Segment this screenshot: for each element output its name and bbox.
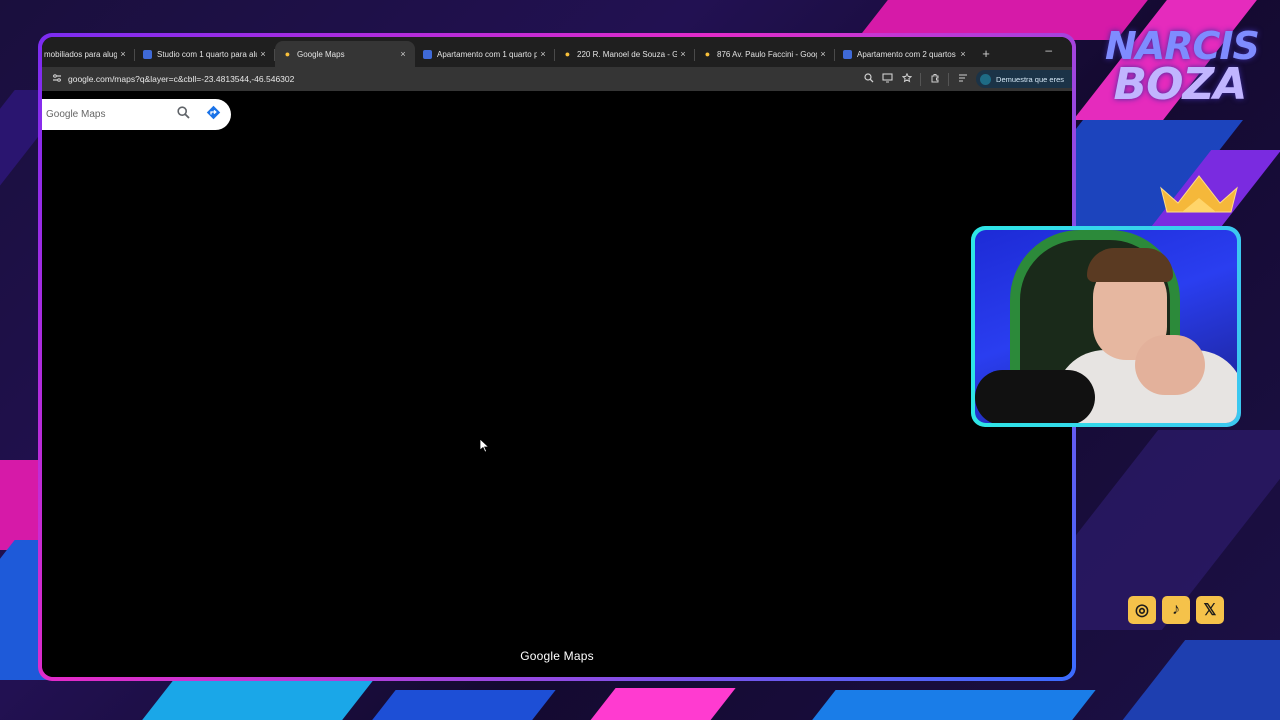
maps-search-input[interactable] <box>46 109 168 120</box>
search-icon[interactable] <box>168 105 198 124</box>
tab-close-icon[interactable]: × <box>957 49 969 59</box>
decor-stripe <box>364 690 556 720</box>
tab-close-icon[interactable]: × <box>817 49 829 59</box>
browser-tab[interactable]: Studio com 1 quarto para alugar × <box>135 41 275 67</box>
tab-close-icon[interactable]: × <box>677 49 689 59</box>
maps-search-box <box>42 99 231 130</box>
extensions-icon[interactable] <box>925 73 944 86</box>
toolbar-divider <box>920 72 922 86</box>
address-bar-url[interactable]: google.com/maps?q&layer=c&cbll=-23.48135… <box>68 74 859 84</box>
profile-label: Demuestra que eres <box>996 74 1064 84</box>
browser-tab[interactable]: ● 876 Av. Paulo Faccini - Google × <box>695 41 835 67</box>
tab-title: 220 R. Manoel de Souza - Goo <box>577 49 677 59</box>
document-icon <box>143 49 152 59</box>
tab-title: Apartamento com 1 quarto para <box>437 49 537 59</box>
maps-viewport[interactable]: Google Maps <box>42 91 1072 677</box>
profile-chip[interactable]: Demuestra que eres <box>976 70 1072 88</box>
decor-stripe <box>804 690 1096 720</box>
tab-title: Studio com 1 quarto para alugar <box>157 49 257 59</box>
browser-tab[interactable]: Apartamento com 1 quarto para × <box>415 41 555 67</box>
tab-close-icon[interactable]: × <box>537 49 549 59</box>
tab-close-icon[interactable]: × <box>257 49 269 59</box>
browser-window: mobiliados para alugar × Studio com 1 qu… <box>42 37 1072 677</box>
browser-tab[interactable]: mobiliados para alugar × <box>42 41 135 67</box>
webcam-frame <box>971 226 1241 427</box>
browser-window-frame: mobiliados para alugar × Studio com 1 qu… <box>38 33 1076 681</box>
bookmark-star-icon[interactable] <box>897 72 916 86</box>
site-settings-icon[interactable] <box>46 73 68 85</box>
tab-title: Apartamento com 2 quartos pa <box>857 49 957 59</box>
maps-pin-icon: ● <box>564 48 571 59</box>
toolbar-divider <box>948 72 950 86</box>
mouse-cursor-icon <box>479 438 489 453</box>
decor-stripe <box>126 680 374 720</box>
tab-strip: mobiliados para alugar × Studio com 1 qu… <box>42 37 1072 67</box>
social-links: ◎ ♪ 𝕏 <box>1128 596 1224 624</box>
tab-close-icon[interactable]: × <box>397 49 409 59</box>
webcam-feed <box>975 230 1237 423</box>
zoom-icon[interactable] <box>859 72 878 86</box>
profile-avatar <box>980 73 992 85</box>
reading-list-icon[interactable] <box>953 73 972 86</box>
tab-title: 876 Av. Paulo Faccini - Google <box>717 49 817 59</box>
tab-title: Google Maps <box>297 49 345 59</box>
webcam-person-hair <box>1087 248 1173 282</box>
tab-title: mobiliados para alugar <box>44 49 117 59</box>
tiktok-icon: ♪ <box>1162 596 1190 624</box>
document-icon <box>843 49 852 59</box>
maps-pin-icon: ● <box>284 48 291 59</box>
browser-tab[interactable]: Apartamento com 2 quartos pa × <box>835 41 975 67</box>
browser-tab[interactable]: ● 220 R. Manoel de Souza - Goo × <box>555 41 695 67</box>
decor-stripe <box>1114 640 1280 720</box>
streamer-logo: NARCIS BOZA <box>1105 27 1260 111</box>
cast-icon[interactable] <box>878 72 897 86</box>
tab-close-icon[interactable]: × <box>117 49 129 59</box>
directions-icon[interactable] <box>198 105 228 125</box>
webcam-person-hand <box>1135 335 1205 395</box>
minimize-button[interactable]: – <box>1045 43 1052 57</box>
x-icon: 𝕏 <box>1196 596 1224 624</box>
crown-icon <box>1160 175 1238 213</box>
browser-tab-active[interactable]: ● Google Maps × <box>275 41 415 67</box>
new-tab-button[interactable]: + <box>975 41 997 67</box>
instagram-icon: ◎ <box>1128 596 1156 624</box>
decor-stripe <box>584 688 736 720</box>
address-toolbar: google.com/maps?q&layer=c&cbll=-23.48135… <box>42 67 1072 91</box>
google-maps-watermark: Google Maps <box>520 649 594 663</box>
document-icon <box>423 49 432 59</box>
webcam-microphone <box>975 370 1095 423</box>
maps-pin-icon: ● <box>704 48 711 59</box>
streamer-logo-line2: BOZA <box>1113 59 1248 111</box>
